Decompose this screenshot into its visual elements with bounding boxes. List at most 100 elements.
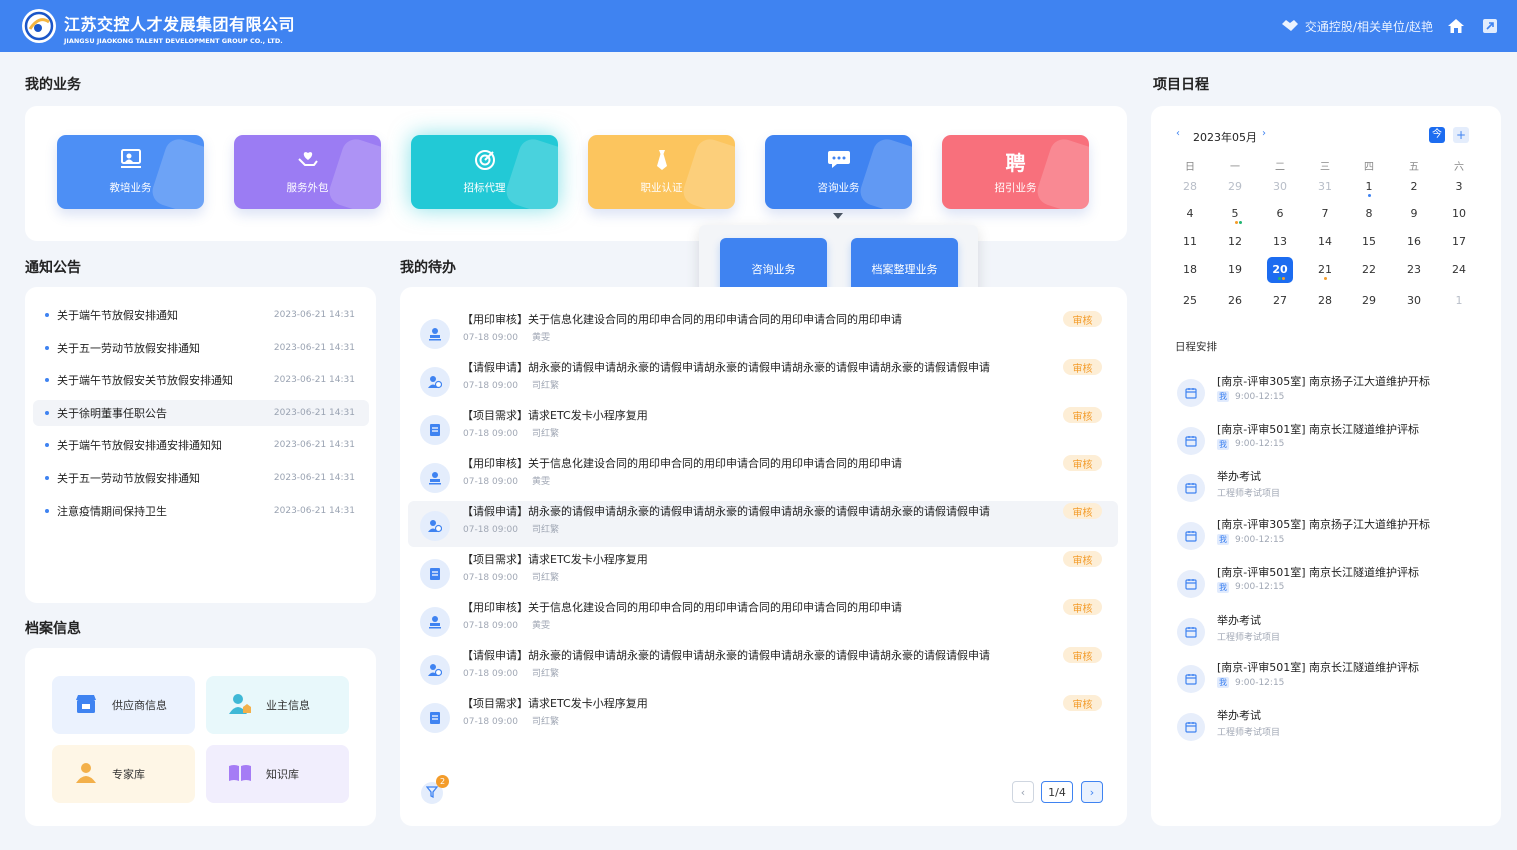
calendar-day[interactable]: 6 (1267, 201, 1293, 227)
calendar-day[interactable]: 22 (1356, 257, 1382, 283)
todo-item[interactable]: 【项目需求】请求ETC发卡小程序复用 07-18 09:00 司红繁 审核 (408, 549, 1118, 595)
next-page-button[interactable]: › (1081, 781, 1103, 803)
today-button[interactable]: 今 (1429, 127, 1445, 143)
schedule-item[interactable]: [南京-评审305室] 南京扬子江大道维护开标我 9:00-12:15 (1175, 373, 1475, 417)
next-month-button[interactable]: › (1262, 128, 1266, 139)
schedule-item[interactable]: [南京-评审501室] 南京长江隧道维护评标我 9:00-12:15 (1175, 421, 1475, 465)
knowledge-icon (228, 763, 252, 786)
archive-label: 专家库 (112, 768, 145, 781)
schedule-label: 日程安排 (1175, 341, 1217, 353)
schedule-item[interactable]: 举办考试工程师考试项目 (1175, 468, 1475, 512)
calendar-day[interactable]: 1 (1446, 288, 1472, 314)
business-bidding[interactable]: 招标代理 (411, 135, 558, 209)
calendar-day[interactable]: 30 (1401, 288, 1427, 314)
calendar-day[interactable]: 7 (1312, 201, 1338, 227)
dropdown-caret-icon (833, 213, 843, 219)
calendar-day[interactable]: 27 (1267, 288, 1293, 314)
stamp-icon (420, 607, 450, 637)
add-event-button[interactable]: + (1453, 127, 1469, 143)
todo-item[interactable]: 【用印审核】关于信息化建设合同的用印申合同的用印申请合同的用印申请合同的用印申请… (408, 453, 1118, 499)
prev-month-button[interactable]: ‹ (1176, 128, 1180, 139)
business-consulting[interactable]: 咨询业务 (765, 135, 912, 209)
todo-person: 司红繁 (531, 525, 559, 535)
archive-knowledge[interactable]: 知识库 (206, 745, 349, 803)
notice-item[interactable]: 关于端午节放假安排通知 2023-06-21 14:31 (33, 302, 369, 328)
calendar-day[interactable]: 29 (1356, 288, 1382, 314)
schedule-item[interactable]: [南京-评审305室] 南京扬子江大道维护开标我 9:00-12:15 (1175, 516, 1475, 560)
calendar-icon (1177, 474, 1205, 503)
schedule-item[interactable]: [南京-评审501室] 南京长江隧道维护评标我 9:00-12:15 (1175, 659, 1475, 703)
archive-expert[interactable]: 专家库 (52, 745, 195, 803)
todo-person: 司红繁 (531, 381, 559, 391)
schedule-item[interactable]: 举办考试 工程师考试项目 (1175, 707, 1475, 751)
home-icon[interactable] (1445, 15, 1467, 37)
calendar-day[interactable]: 28 (1177, 174, 1203, 200)
exit-icon[interactable] (1479, 15, 1501, 37)
todo-time: 07-18 09:00 (463, 477, 518, 487)
business-label: 招引业务 (994, 182, 1037, 194)
business-label: 招标代理 (463, 182, 506, 194)
business-recruiting[interactable]: 聘招引业务 (942, 135, 1089, 209)
notice-date: 2023-06-21 14:31 (273, 407, 355, 418)
calendar-day[interactable]: 4 (1177, 201, 1203, 227)
calendar-day[interactable]: 10 (1446, 201, 1472, 227)
expert-icon (74, 762, 98, 787)
notice-item[interactable]: 关于端午节放假安排通安排通知知 2023-06-21 14:31 (33, 432, 369, 458)
notice-item[interactable]: 关于徐明董事任职公告 2023-06-21 14:31 (33, 399, 369, 426)
calendar-day[interactable]: 14 (1312, 229, 1338, 255)
owner-tag: 我 (1217, 677, 1229, 689)
calendar-day[interactable]: 23 (1401, 257, 1427, 283)
todo-item[interactable]: 【用印审核】关于信息化建设合同的用印申合同的用印申请合同的用印申请合同的用印申请… (408, 597, 1118, 643)
calendar-day[interactable]: 29 (1222, 174, 1248, 200)
schedule-item[interactable]: [南京-评审501室] 南京长江隧道维护评标我 9:00-12:15 (1175, 564, 1475, 608)
schedule-sub: 工程师考试项目 (1217, 632, 1281, 643)
schedule-title: 举办考试 (1217, 470, 1261, 484)
calendar-day[interactable]: 31 (1312, 174, 1338, 200)
todo-meta: 07-18 09:00 黄雯 (463, 330, 550, 343)
schedule-title: [南京-评审501室] 南京长江隧道维护评标 (1217, 661, 1420, 675)
calendar-day[interactable]: 28 (1312, 288, 1338, 314)
todo-item[interactable]: 【请假申请】胡永豪的请假申请胡永豪的请假申请胡永豪的请假申请胡永豪的请假申请胡永… (408, 645, 1118, 691)
calendar-day[interactable]: 3 (1446, 174, 1472, 200)
calendar-day[interactable]: 16 (1401, 229, 1427, 255)
calendar-day[interactable]: 12 (1222, 229, 1248, 255)
todo-item[interactable]: 【请假申请】胡永豪的请假申请胡永豪的请假申请胡永豪的请假申请胡永豪的请假申请胡永… (408, 501, 1118, 547)
notice-item[interactable]: 注意疫情期间保持卫生 2023-06-21 14:31 (33, 498, 369, 524)
archive-supplier[interactable]: 供应商信息 (52, 676, 195, 734)
todo-item[interactable]: 【请假申请】胡永豪的请假申请胡永豪的请假申请胡永豪的请假申请胡永豪的请假申请胡永… (408, 357, 1118, 403)
notice-item[interactable]: 关于五一劳动节放假安排通知 2023-06-21 14:31 (33, 465, 369, 491)
notice-item[interactable]: 关于端午节放假安关节放假安排通知 2023-06-21 14:31 (33, 367, 369, 393)
todo-item[interactable]: 【项目需求】请求ETC发卡小程序复用 07-18 09:00 司红繁 审核 (408, 405, 1118, 451)
calendar-day[interactable]: 15 (1356, 229, 1382, 255)
company-logo[interactable] (22, 9, 56, 43)
calendar-day[interactable]: 11 (1177, 229, 1203, 255)
user-info[interactable]: 交通控股/相关单位/赵艳 (1281, 18, 1433, 35)
schedule-sub: 工程师考试项目 (1217, 489, 1281, 500)
calendar-day[interactable]: 18 (1177, 257, 1203, 283)
archive-label: 业主信息 (266, 699, 310, 712)
calendar-day[interactable]: 8 (1356, 201, 1382, 227)
calendar-day[interactable]: 17 (1446, 229, 1472, 255)
calendar-day[interactable]: 19 (1222, 257, 1248, 283)
calendar-day[interactable]: 26 (1222, 288, 1248, 314)
business-label: 职业认证 (640, 182, 683, 194)
todo-item[interactable]: 【项目需求】请求ETC发卡小程序复用 07-18 09:00 司红繁 审核 (408, 693, 1118, 739)
todo-meta: 07-18 09:00 司红繁 (463, 666, 559, 679)
calendar-day[interactable]: 24 (1446, 257, 1472, 283)
archive-owner[interactable]: 业主信息 (206, 676, 349, 734)
business-certification[interactable]: 职业认证 (588, 135, 735, 209)
business-training[interactable]: 教培业务 (57, 135, 204, 209)
notice-item[interactable]: 关于五一劳动节放假安排通知 2023-06-21 14:31 (33, 335, 369, 361)
schedule-item[interactable]: 举办考试 工程师考试项目 (1175, 612, 1475, 656)
calendar-day[interactable]: 9 (1401, 201, 1427, 227)
calendar-day[interactable]: 25 (1177, 288, 1203, 314)
prev-page-button[interactable]: ‹ (1012, 781, 1034, 803)
calendar-day[interactable]: 13 (1267, 229, 1293, 255)
todo-title: 【用印审核】关于信息化建设合同的用印申合同的用印申请合同的用印申请合同的用印申请 (462, 457, 902, 470)
page-indicator[interactable]: 1/4 (1041, 781, 1073, 803)
calendar-day[interactable]: 30 (1267, 174, 1293, 200)
calendar-day[interactable]: 2 (1401, 174, 1427, 200)
business-outsourcing[interactable]: 服务外包 (234, 135, 381, 209)
todo-person: 司红繁 (531, 429, 559, 439)
todo-item[interactable]: 【用印审核】关于信息化建设合同的用印申合同的用印申请合同的用印申请合同的用印申请… (408, 309, 1118, 355)
